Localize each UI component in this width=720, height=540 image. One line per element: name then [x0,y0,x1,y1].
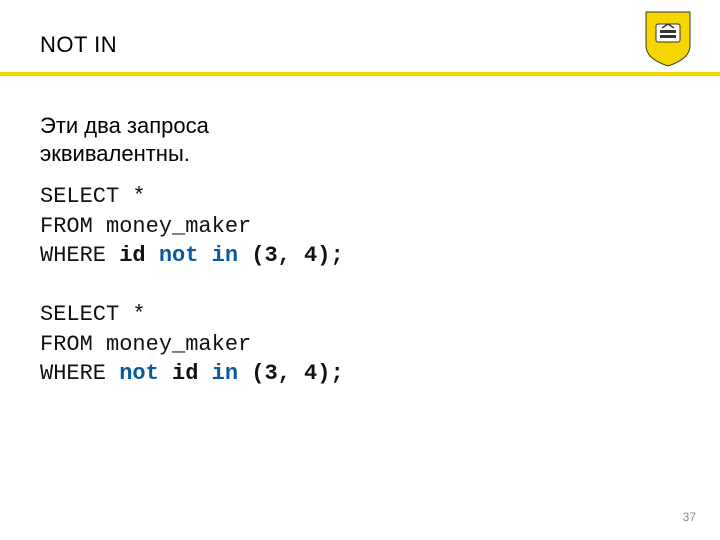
slide: NOT IN Эти два запроса эквивалентны. SEL… [0,0,720,540]
divider [0,72,720,76]
code-line: SELECT * [40,302,146,327]
code-line: WHERE not id in (3, 4); [40,361,344,386]
code-line: SELECT * [40,184,146,209]
page-number: 37 [683,510,696,524]
code-line: FROM money_maker [40,214,251,239]
subtitle-line-2: эквивалентны. [40,141,190,166]
subtitle: Эти два запроса эквивалентны. [40,112,209,167]
code-block-1: SELECT * FROM money_maker WHERE id not i… [40,182,344,271]
subtitle-line-1: Эти два запроса [40,113,209,138]
code-block-2: SELECT * FROM money_maker WHERE not id i… [40,300,344,389]
code-line: FROM money_maker [40,332,251,357]
code-line: WHERE id not in (3, 4); [40,243,344,268]
tinkoff-logo-icon [642,10,694,68]
slide-title: NOT IN [40,32,117,58]
